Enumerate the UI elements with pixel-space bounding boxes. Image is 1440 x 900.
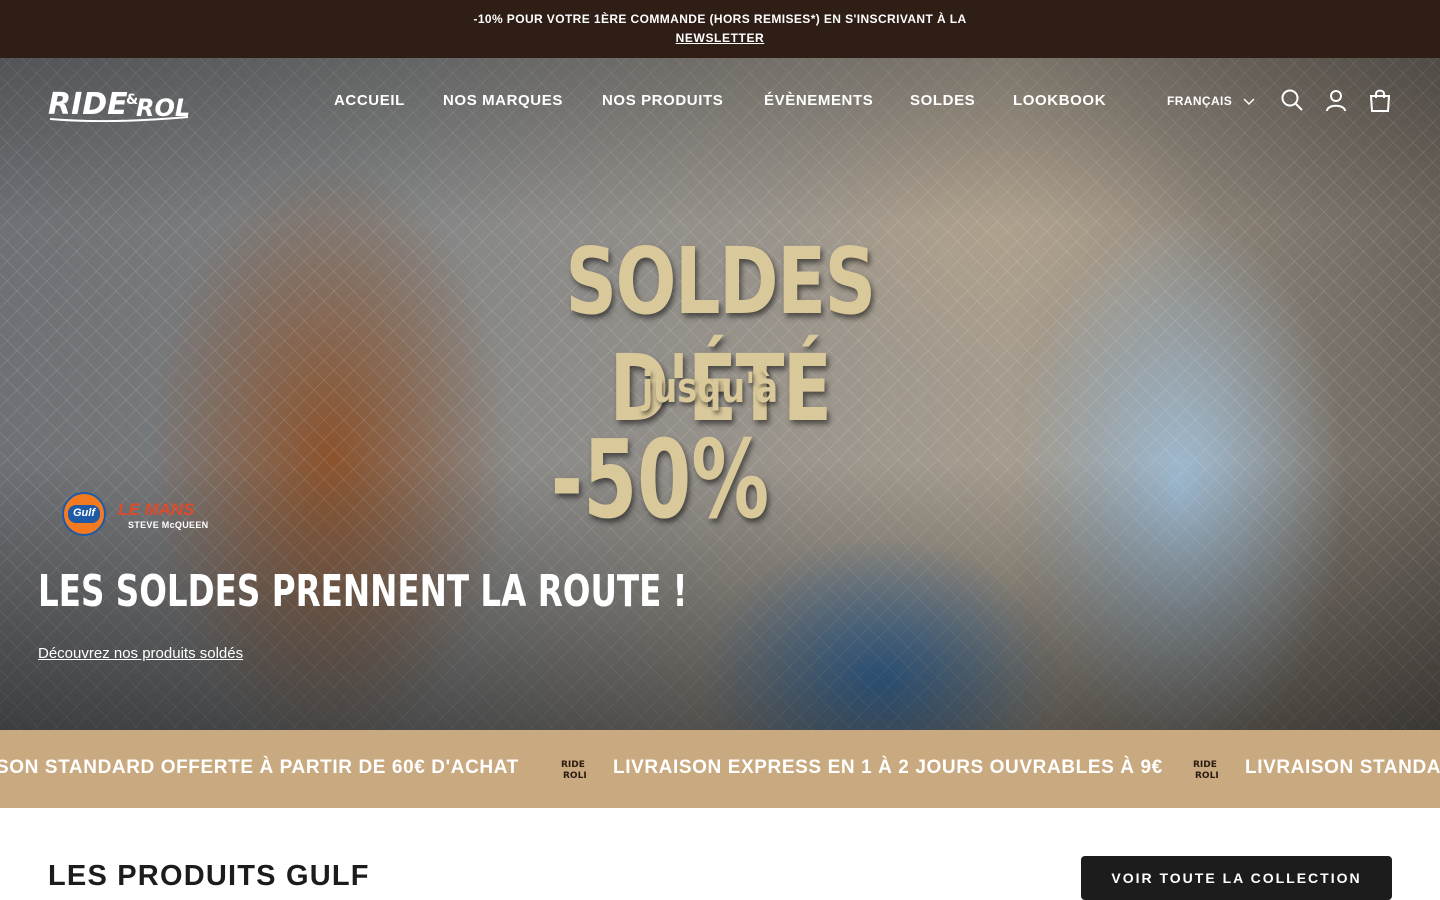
le-mans-logo-subtitle: STEVE McQUEEN <box>128 520 209 530</box>
nav-item-nos-produits[interactable]: NOS PRODUITS <box>602 92 723 109</box>
brand-logos: Gulf LE MANS STEVE McQUEEN <box>62 492 218 538</box>
chevron-down-icon <box>1243 98 1255 106</box>
site-header: RIDE & ROLL ACCUEIL NOS MARQUES NOS PROD… <box>0 58 1440 144</box>
newsletter-link[interactable]: NEWSLETTER <box>676 31 765 45</box>
promo-percent: -50% <box>550 418 770 543</box>
search-icon[interactable] <box>1280 88 1304 112</box>
ride-and-roll-small-logo-icon: RIDE ROLL <box>1193 760 1218 781</box>
nav-item-lookbook[interactable]: LOOKBOOK <box>1013 92 1106 109</box>
nav-item-soldes[interactable]: SOLDES <box>910 92 975 109</box>
announcement-text: -10% POUR VOTRE 1ÈRE COMMANDE (HORS REMI… <box>473 12 967 26</box>
announcement-bar: -10% POUR VOTRE 1ÈRE COMMANDE (HORS REMI… <box>0 0 1440 58</box>
svg-text:RIDE: RIDE <box>1193 760 1217 770</box>
promo-subline: jusqu'à <box>641 363 779 412</box>
site-logo[interactable]: RIDE & ROLL <box>48 82 205 123</box>
ride-and-roll-small-logo-icon: RIDE ROLL <box>561 760 586 781</box>
marquee-text-standard: LIVRAISON STANDA <box>1245 757 1440 778</box>
hero-cta-link[interactable]: Découvrez nos produits soldés <box>38 645 243 662</box>
shipping-marquee: SON STANDARD OFFERTE À PARTIR DE 60€ D'A… <box>0 730 1440 808</box>
marquee-text-express: LIVRAISON EXPRESS EN 1 À 2 JOURS OUVRABL… <box>613 757 1163 778</box>
newsletter-link-wrap: NEWSLETTER <box>0 31 1440 45</box>
gulf-logo: Gulf <box>62 492 106 536</box>
language-label: FRANÇAIS <box>1167 94 1233 108</box>
svg-text:RIDE: RIDE <box>561 760 585 770</box>
nav-item-evenements[interactable]: ÉVÈNEMENTS <box>764 92 873 109</box>
gulf-logo-text: Gulf <box>73 507 95 519</box>
le-mans-logo: LE MANS <box>118 500 195 519</box>
nav-item-nos-marques[interactable]: NOS MARQUES <box>443 92 563 109</box>
section-title: LES PRODUITS GULF <box>48 860 370 892</box>
marquee-text-free-shipping: SON STANDARD OFFERTE À PARTIR DE 60€ D'A… <box>0 757 519 778</box>
account-icon[interactable] <box>1324 88 1348 112</box>
svg-text:RIDE: RIDE <box>48 87 128 122</box>
view-collection-button[interactable]: VOIR TOUTE LA COLLECTION <box>1081 856 1392 900</box>
svg-text:ROLL: ROLL <box>563 771 586 781</box>
nav-item-accueil[interactable]: ACCUEIL <box>334 92 405 109</box>
hero-banner: SOLDES D'ÉTÉ jusqu'à -50% Gulf LE MANS S… <box>0 58 1440 730</box>
ride-and-roll-logo-icon: RIDE & ROLL <box>48 87 205 123</box>
language-selector[interactable]: FRANÇAIS <box>1167 94 1255 108</box>
svg-text:ROLL: ROLL <box>1195 771 1218 781</box>
cart-icon[interactable] <box>1368 88 1392 112</box>
hero-title: LES SOLDES PRENNENT LA ROUTE ! <box>38 566 688 617</box>
